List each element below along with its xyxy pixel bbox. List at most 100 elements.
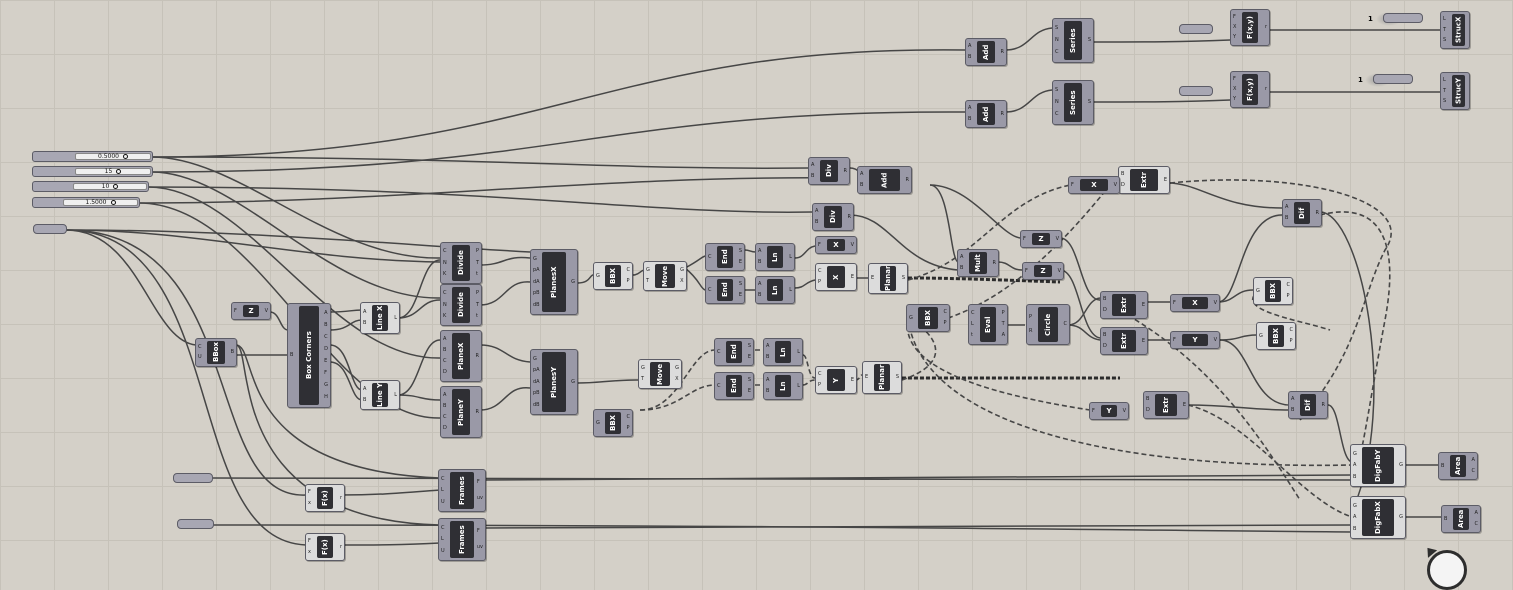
input-port[interactable]: C [818,372,822,377]
output-port[interactable]: V [1214,337,1217,343]
slider-3-rail[interactable]: 1.5000 [63,199,138,206]
input-port[interactable]: D [1103,307,1107,313]
output-port[interactable]: P [476,291,479,296]
input-port[interactable]: C [708,254,712,260]
input-port[interactable]: A [815,209,818,214]
input-port[interactable]: x [308,549,311,555]
slider-0-rail[interactable]: 0.5000 [75,153,151,160]
input-port[interactable]: N [1055,100,1059,105]
box-corners-component[interactable]: B Box Corners A B C D E F G H [287,303,331,408]
input-port[interactable]: S [1443,98,1446,104]
input-port[interactable]: F [308,539,311,544]
extrude-component-a[interactable]: B D Extr E [1100,291,1148,319]
input-port[interactable]: S [1055,26,1059,31]
input-port[interactable]: Y [1233,35,1236,40]
input-port[interactable]: G [1353,503,1357,509]
output-port[interactable]: T [1002,322,1005,327]
output-port[interactable]: G [1399,463,1403,468]
z-unit-component-small[interactable]: FZV [231,302,271,320]
line-component-2[interactable]: A B Ln L [755,276,795,304]
output-port[interactable]: t [476,313,479,319]
output-port[interactable]: S [1088,100,1091,105]
output-port[interactable]: R [993,260,996,266]
slider-1-rail[interactable]: 15 [75,168,151,175]
slider-2[interactable]: 10 [32,181,149,192]
input-port[interactable]: B [1285,215,1288,221]
div-component-1[interactable]: A B Div R [808,157,850,185]
input-port[interactable]: L [1443,17,1446,22]
input-port[interactable]: A [1285,205,1288,210]
output-port[interactable]: C [944,310,948,315]
output-port[interactable]: R [906,177,909,183]
line-component-3[interactable]: A B Ln L [763,338,803,366]
end-points-component-2[interactable]: C End S E [705,276,745,304]
output-port[interactable]: R [476,409,479,415]
input-port[interactable]: G [641,366,645,371]
input-port[interactable]: D [1121,182,1125,188]
input-port[interactable]: G [533,256,540,262]
output-port[interactable]: E [324,359,328,364]
move-component-1[interactable]: G T Move G X [643,261,687,291]
input-port[interactable]: A [363,309,366,315]
input-port[interactable]: P [818,382,822,388]
output-port[interactable]: B [324,323,328,328]
input-port[interactable]: dB [533,302,540,308]
output-port[interactable]: V [1058,268,1061,274]
line-y-component[interactable]: A B Line YL [360,380,400,410]
output-port[interactable]: E [748,388,751,394]
input-port[interactable]: D [1146,407,1150,413]
input-port[interactable]: S [1055,88,1059,93]
input-port[interactable]: G [1259,333,1263,339]
input-port[interactable]: A [443,393,447,398]
difference-component-top[interactable]: A B Dif R [1282,199,1322,227]
output-port[interactable]: C [1472,468,1476,474]
input-port[interactable]: dA [533,279,540,285]
area-component-1[interactable]: B Area A C [1438,452,1478,480]
input-port[interactable]: B [968,54,971,60]
output-port[interactable]: P [1002,311,1005,316]
bbx-component-1[interactable]: G BBX C P [593,262,633,290]
input-port[interactable]: B [1103,297,1107,302]
input-port[interactable]: B [766,354,769,360]
output-port[interactable]: t [476,271,479,277]
input-port[interactable]: B [363,321,366,326]
output-port[interactable]: R [1316,210,1319,216]
output-port[interactable]: E [851,377,854,383]
fxy-component-mid[interactable]: F X Y F(x,y) r [1230,71,1270,108]
output-port[interactable]: E [739,292,742,298]
slider-0[interactable]: 0.5000 [32,151,153,162]
navigation-compass-icon[interactable] [1427,550,1467,590]
input-port[interactable]: P [818,279,822,285]
output-port[interactable]: P [476,249,479,254]
input-port[interactable]: G [1353,451,1357,457]
digfab-x-component[interactable]: G A B DigFabX G [1350,496,1406,539]
input-port[interactable]: A [968,44,971,49]
output-port[interactable]: S [748,344,751,349]
output-port[interactable]: P [1287,293,1291,299]
output-port[interactable]: S [896,375,899,380]
input-port[interactable]: C [717,383,721,389]
input-port[interactable]: T [1443,88,1446,94]
output-port[interactable]: G [1399,515,1403,520]
plane-x-component[interactable]: A B C D PlaneX R [440,330,482,382]
output-port[interactable]: A [324,311,328,316]
bbx-component-4[interactable]: G BBX C P [1253,277,1293,305]
output-port[interactable]: V [851,242,854,248]
add-component-top[interactable]: A B Add R [965,38,1007,66]
input-port[interactable]: B [766,388,769,394]
planar-component-2[interactable]: E Planar S [862,361,902,394]
input-port[interactable]: F [1092,408,1095,414]
output-port[interactable]: V [1123,408,1126,414]
line-component-4[interactable]: A B Ln L [763,372,803,400]
output-port[interactable]: G [571,279,575,285]
output-port[interactable]: C [1290,328,1294,333]
input-port[interactable]: L [441,537,445,542]
input-port[interactable]: pB [533,391,540,396]
input-port[interactable]: pB [533,291,540,296]
end-points-component-1[interactable]: C End S E [705,243,745,271]
input-port[interactable]: K [443,271,447,277]
output-port[interactable]: R [476,353,479,359]
area-component-2[interactable]: B Area A C [1441,505,1481,533]
output-port[interactable]: P [944,320,948,326]
digfab-y-component[interactable]: G A B DigFabY G [1350,444,1406,487]
